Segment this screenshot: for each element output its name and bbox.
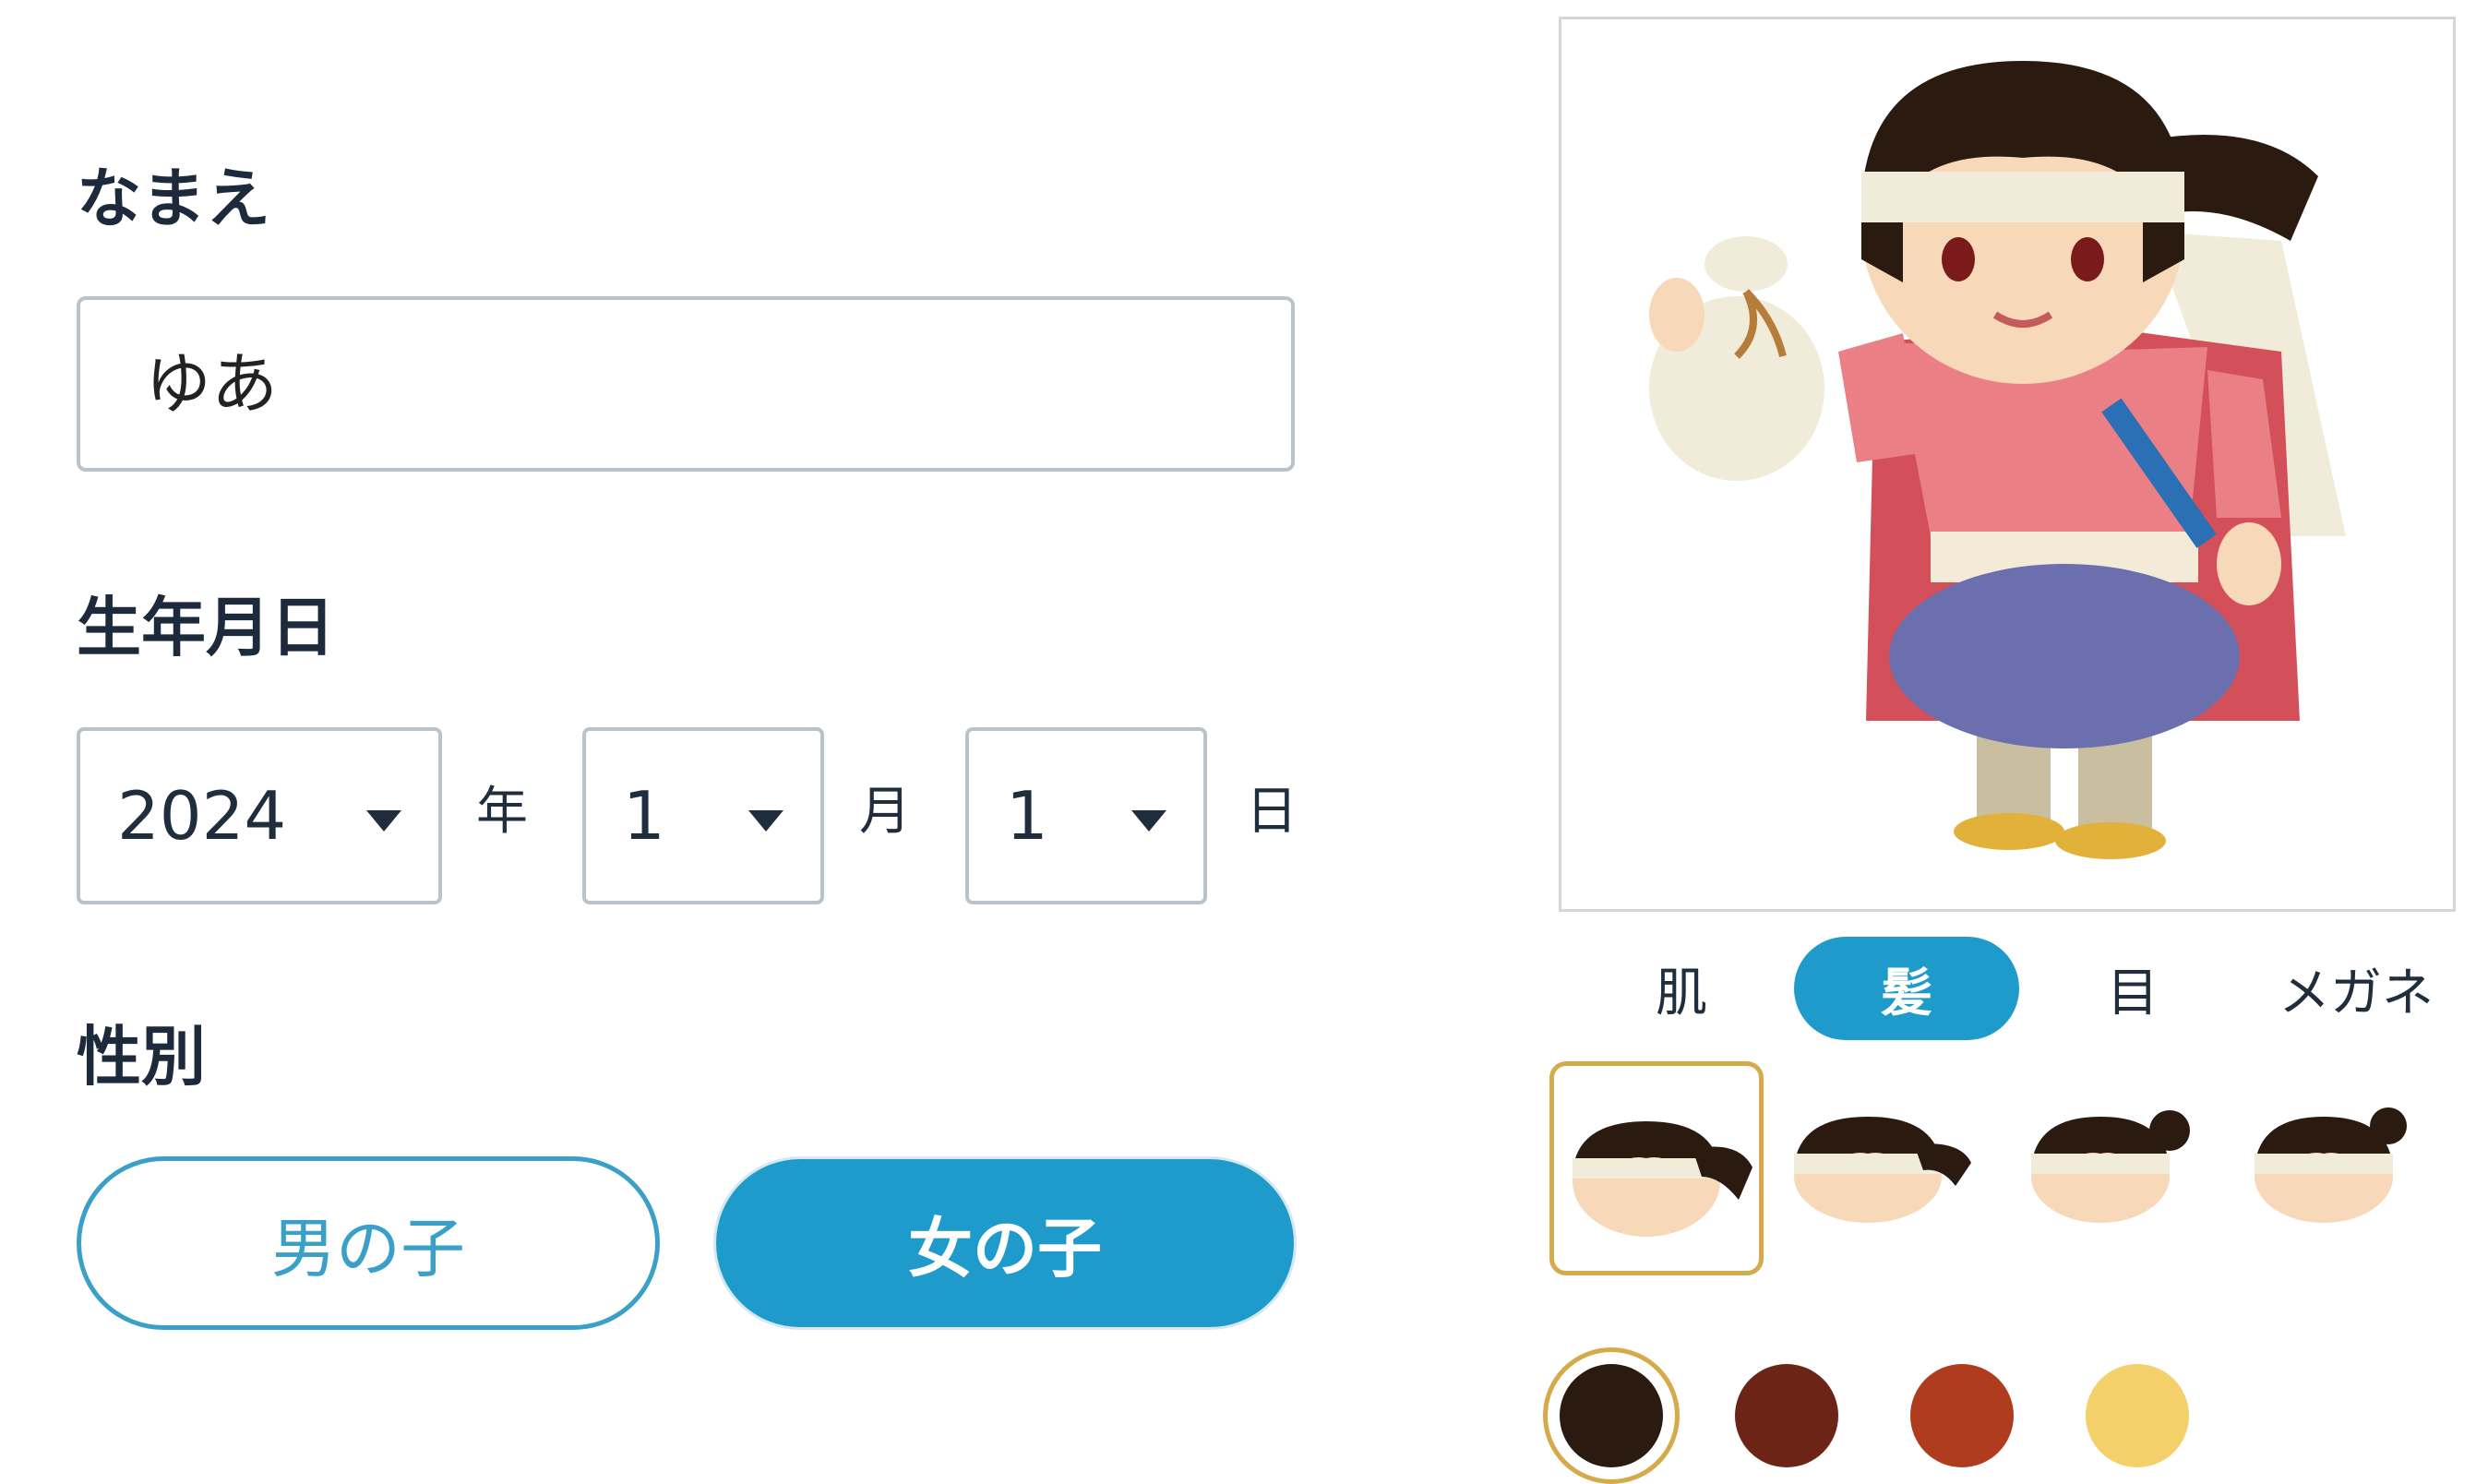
hair-color-swatch-red[interactable] — [1910, 1364, 2014, 1467]
hair-color-swatch-blonde[interactable] — [2086, 1364, 2189, 1467]
character-illustration — [1649, 61, 2346, 859]
avatar-preview — [1559, 17, 2456, 912]
chevron-down-icon — [1131, 810, 1166, 832]
tab-eyes[interactable]: 目 — [2063, 937, 2202, 1040]
bun-icon — [2031, 1110, 2190, 1223]
year-select[interactable]: 2024 — [77, 727, 442, 904]
month-unit: 月 — [859, 782, 911, 842]
day-select[interactable]: 1 — [965, 727, 1207, 904]
day-value: 1 — [1006, 777, 1048, 855]
hair-style-option[interactable] — [2222, 1061, 2436, 1275]
year-unit: 年 — [476, 782, 528, 842]
gender-boy-button[interactable]: 男の子 — [77, 1156, 660, 1330]
long-ponytail-icon — [1573, 1121, 1752, 1237]
tab-glasses[interactable]: メガネ — [2250, 937, 2462, 1040]
hair-color-swatch-dark-brown[interactable] — [1560, 1364, 1663, 1467]
hair-color-swatch-auburn[interactable] — [1735, 1364, 1838, 1467]
side-bun-icon — [2255, 1107, 2407, 1223]
year-value: 2024 — [117, 777, 287, 855]
tab-skin[interactable]: 肌 — [1613, 937, 1750, 1040]
hair-style-option[interactable] — [1999, 1061, 2213, 1275]
day-unit: 日 — [1246, 782, 1298, 842]
chevron-down-icon — [748, 810, 783, 832]
name-label: なまえ — [77, 161, 270, 236]
gender-label: 性別 — [77, 1019, 206, 1095]
name-input[interactable]: ゆあ — [77, 296, 1295, 472]
month-value: 1 — [623, 777, 665, 855]
gender-girl-button[interactable]: 女の子 — [713, 1156, 1297, 1330]
ponytail-icon — [1794, 1117, 1971, 1223]
month-select[interactable]: 1 — [582, 727, 824, 904]
hair-style-option[interactable] — [1549, 1061, 1764, 1275]
chevron-down-icon — [366, 810, 401, 832]
birthday-label: 生年月日 — [77, 590, 335, 665]
tab-hair[interactable]: 髪 — [1794, 937, 2019, 1040]
hair-style-option[interactable] — [1776, 1061, 1990, 1275]
